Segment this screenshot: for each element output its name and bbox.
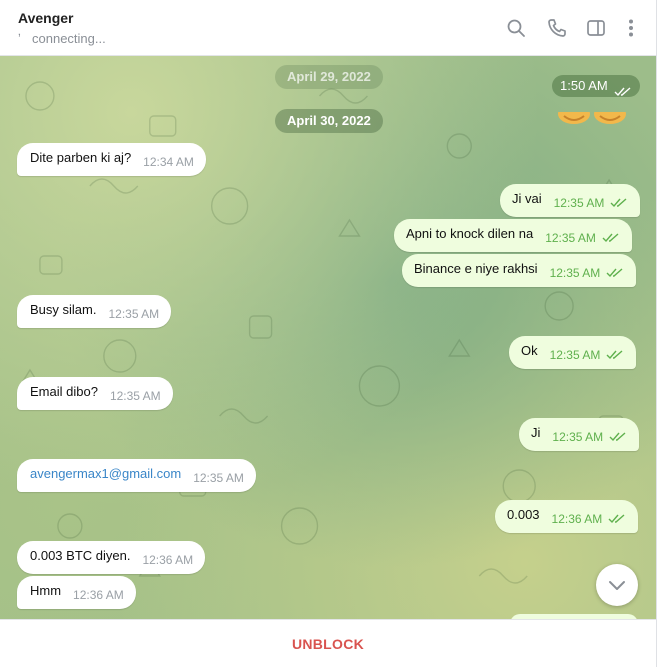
message-incoming[interactable]: avengermax1@gmail.com 12:35 AM: [17, 459, 256, 492]
chat-header: Avenger ʼ connecting...: [0, 0, 656, 56]
message-time: 12:35 AM: [552, 430, 604, 444]
connection-status-label: connecting...: [32, 31, 106, 46]
email-link[interactable]: avengermax1@gmail.com: [30, 457, 181, 490]
message-time: 12:34 AM: [143, 155, 194, 169]
message-text: Busy silam.: [30, 302, 97, 317]
sticker-time-label: 1:50 AM: [560, 78, 608, 93]
message-time: 12:36 AM: [142, 553, 194, 567]
message-text: Apni to knock dilen na: [406, 226, 534, 241]
message-text: 0.003: [507, 507, 540, 522]
unblock-button[interactable]: UNBLOCK: [0, 620, 656, 667]
phone-icon[interactable]: [546, 17, 568, 39]
message-time: 12:35 AM: [109, 389, 161, 403]
message-text: Dite parben ki aj?: [30, 150, 132, 165]
connecting-spinner-icon: ʼ: [18, 31, 21, 46]
message-time: 12:35 AM: [193, 471, 244, 485]
message-outgoing[interactable]: Apni to knock dilen na 12:35 AM: [394, 219, 632, 252]
message-text: Binance e niye rakhsi: [414, 261, 538, 276]
chat-footer: UNBLOCK: [0, 619, 656, 667]
message-text: 0.003 BTC diyen.: [30, 548, 131, 563]
chat-title[interactable]: Avenger: [18, 10, 74, 26]
date-separator: April 29, 2022: [275, 65, 383, 89]
message-outgoing[interactable]: 0.003 12:36 AM: [495, 500, 639, 533]
message-text: Hmm: [30, 583, 62, 598]
message-text: Ok: [521, 343, 538, 358]
message-time: 12:35 AM: [108, 307, 160, 321]
message-time: 12:36 AM: [551, 512, 603, 526]
message-text: Ji vai: [512, 191, 542, 206]
message-incoming[interactable]: Busy silam. 12:35 AM: [17, 295, 172, 328]
sticker-partial[interactable]: [556, 112, 628, 126]
message-time: 12:36 AM: [73, 588, 124, 602]
more-vertical-icon[interactable]: [620, 17, 642, 39]
connection-status: ʼ connecting...: [18, 31, 106, 46]
read-ticks-icon: [614, 82, 632, 96]
chevron-down-icon: [609, 581, 625, 590]
chat-window: Avenger ʼ connecting... 1:50 AM April 29…: [0, 0, 657, 667]
read-ticks-icon: [610, 198, 628, 210]
scroll-to-bottom-button[interactable]: [596, 564, 638, 606]
message-incoming[interactable]: 0.003 BTC diyen. 12:36 AM: [17, 541, 206, 574]
sidebar-toggle-icon[interactable]: [585, 17, 607, 39]
message-outgoing[interactable]: Ok 12:35 AM: [509, 336, 637, 369]
sticker-timestamp: 1:50 AM: [552, 75, 640, 97]
date-separator: April 30, 2022: [275, 109, 383, 133]
message-time: 12:35 AM: [549, 266, 601, 280]
message-outgoing[interactable]: Binance e niye rakhsi 12:35 AM: [402, 254, 637, 287]
read-ticks-icon: [609, 432, 627, 444]
message-time: 12:35 AM: [553, 196, 605, 210]
search-icon[interactable]: [505, 17, 527, 39]
message-time: 12:35 AM: [545, 231, 596, 245]
message-incoming[interactable]: Hmm 12:36 AM: [17, 576, 136, 609]
read-ticks-icon: [606, 350, 624, 362]
message-incoming[interactable]: Dite parben ki aj? 12:34 AM: [17, 143, 206, 176]
message-text: Email dibo?: [30, 384, 98, 399]
message-outgoing[interactable]: Ji 12:35 AM: [519, 418, 640, 451]
message-outgoing[interactable]: Ji vai 12:35 AM: [500, 184, 641, 217]
message-text: Ji: [531, 425, 541, 440]
message-time: 12:35 AM: [549, 348, 601, 362]
read-ticks-icon: [606, 268, 624, 280]
message-incoming[interactable]: Email dibo? 12:35 AM: [17, 377, 173, 410]
read-ticks-icon: [602, 233, 620, 245]
read-ticks-icon: [608, 514, 626, 526]
